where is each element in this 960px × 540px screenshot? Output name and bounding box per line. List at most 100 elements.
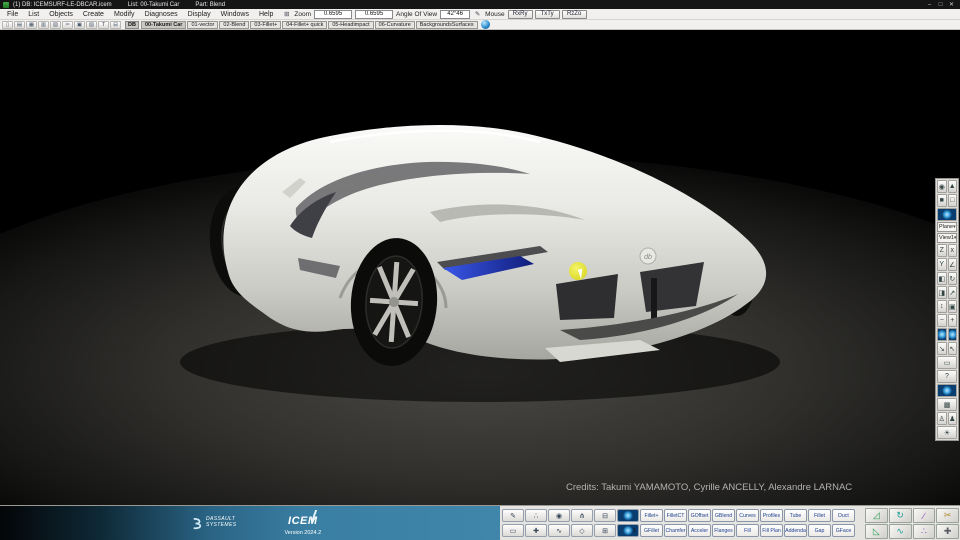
menu-file[interactable]: File <box>2 11 23 18</box>
axis-angle-icon[interactable]: ∠ <box>948 258 958 271</box>
gfillet-button[interactable]: GFillet <box>640 524 663 537</box>
db-tab[interactable]: DB <box>125 21 139 29</box>
maximize-button[interactable]: □ <box>935 1 946 9</box>
cube-solid-icon[interactable]: ■ <box>937 194 947 207</box>
folder-open-icon[interactable]: ▭ <box>502 524 524 537</box>
gblend-button[interactable]: GBlend <box>712 509 735 522</box>
zoom-out-icon[interactable]: − <box>937 314 947 327</box>
acceler-button[interactable]: Acceler <box>688 524 711 537</box>
hierarchy-icon[interactable]: ⋔ <box>571 509 593 522</box>
menu-list[interactable]: List <box>23 11 44 18</box>
pencil-icon[interactable]: ✎ <box>473 10 482 18</box>
addenda-button[interactable]: Addenda <box>784 524 807 537</box>
layout-icon[interactable]: ⊟ <box>110 21 121 29</box>
axis-x-icon[interactable]: x <box>948 244 958 257</box>
scene-sphere-icon[interactable] <box>617 509 639 522</box>
open-icon[interactable]: ▤ <box>14 21 25 29</box>
chamfer-button[interactable]: Chamfer <box>664 524 687 537</box>
eye-icon[interactable]: ◉ <box>548 509 570 522</box>
minimize-button[interactable]: – <box>924 1 935 9</box>
cube-face-icon[interactable]: ◨ <box>937 286 947 299</box>
point-cloud-icon[interactable]: ∴ <box>525 509 547 522</box>
axis-z-icon[interactable]: Z <box>937 244 947 257</box>
duct-button[interactable]: Duct <box>832 509 855 522</box>
angle-of-view-input[interactable] <box>440 10 470 19</box>
drawer-icon[interactable]: ⊟ <box>594 509 616 522</box>
curves-button[interactable]: Curves <box>736 509 759 522</box>
sketch-curve-icon[interactable]: ∿ <box>548 524 570 537</box>
tab-03-fillet[interactable]: 03-Fillet+ <box>250 21 281 29</box>
surface-check-icon[interactable]: ◺ <box>865 524 888 539</box>
view-rotate-icon[interactable]: ↻ <box>948 272 958 285</box>
grid-table-icon[interactable]: ⊞ <box>594 524 616 537</box>
copy-icon[interactable]: ▣ <box>74 21 85 29</box>
user-pose-b-icon[interactable]: ♟ <box>948 412 958 425</box>
menu-help[interactable]: Help <box>254 11 278 18</box>
move-points-icon[interactable]: ✚ <box>936 524 959 539</box>
axis-y-icon[interactable]: Y <box>937 258 947 271</box>
menu-diagnoses[interactable]: Diagnoses <box>140 11 183 18</box>
save-icon[interactable]: ▦ <box>26 21 37 29</box>
menu-display[interactable]: Display <box>183 11 216 18</box>
render-mode-sphere-icon[interactable] <box>937 208 957 221</box>
gface-button[interactable]: GFace <box>832 524 855 537</box>
point-scatter-icon[interactable]: ∴ <box>913 524 936 539</box>
import-icon[interactable]: ▧ <box>50 21 61 29</box>
fillet-button[interactable]: Fillet <box>808 509 831 522</box>
text-size-icon[interactable]: T <box>98 21 109 29</box>
mouse-mode-rzzo-button[interactable]: RzZo <box>562 10 587 19</box>
paste-icon[interactable]: ▨ <box>86 21 97 29</box>
zoom-input-1[interactable] <box>314 10 352 19</box>
fill-button[interactable]: Fill <box>736 524 759 537</box>
fill-plan-button[interactable]: Fill Plan <box>760 524 783 537</box>
eye-icon[interactable]: ◉ <box>937 180 947 193</box>
light-icon[interactable]: ☀ <box>937 426 957 439</box>
help-icon[interactable]: ? <box>937 370 957 383</box>
fillet-button[interactable]: Fillet+ <box>640 509 663 522</box>
save-as-icon[interactable]: ▥ <box>38 21 49 29</box>
zoom-in-icon[interactable]: + <box>948 314 958 327</box>
transform-icon[interactable]: ↕ <box>937 300 947 313</box>
filletct-button[interactable]: FilletCT <box>664 509 687 522</box>
camera-icon[interactable]: ▩ <box>937 398 957 411</box>
view-select[interactable]: View1▾ <box>937 233 957 243</box>
profiles-button[interactable]: Profiles <box>760 509 783 522</box>
tab-00-takumi-car[interactable]: 00-Takumi Car <box>141 21 187 29</box>
tab-06-curvature[interactable]: 06-Curvature <box>375 21 415 29</box>
menu-objects[interactable]: Objects <box>44 11 78 18</box>
scene-sphere-1-icon[interactable]: 1 <box>617 524 639 537</box>
frustum-icon[interactable]: ▭ <box>937 356 957 369</box>
tab-05-headimpact[interactable]: 05-Headimpact <box>328 21 373 29</box>
cut-icon[interactable]: ✂ <box>62 21 73 29</box>
fit-view-icon[interactable]: ↘ <box>937 342 947 355</box>
cube-wire-icon[interactable]: □ <box>948 194 958 207</box>
shaded-sphere-icon[interactable] <box>937 328 947 341</box>
flanges-button[interactable]: Flanges <box>712 524 735 537</box>
goffset-button[interactable]: GOffset <box>688 509 711 522</box>
tab-02-blend[interactable]: 02-Blend <box>219 21 249 29</box>
menu-windows[interactable]: Windows <box>216 11 254 18</box>
tab-04-fillet-quick[interactable]: 04-Fillet+ quick <box>282 21 327 29</box>
move-icon[interactable]: ✚ <box>525 524 547 537</box>
wire-sphere-icon[interactable] <box>948 328 958 341</box>
user-pose-a-icon[interactable]: ♙ <box>937 412 947 425</box>
plane-select[interactable]: Plane▾ <box>937 222 957 232</box>
tag-icon[interactable]: ◇ <box>571 524 593 537</box>
curve-edit-icon[interactable]: ✎ <box>502 509 524 522</box>
view-top-icon[interactable]: ◧ <box>937 272 947 285</box>
frame-select-icon[interactable]: ▣ <box>948 300 958 313</box>
menu-modify[interactable]: Modify <box>109 11 140 18</box>
mouse-mode-txty-button[interactable]: TxTy <box>535 10 560 19</box>
gap-button[interactable]: Gap <box>808 524 831 537</box>
tab-01-vector[interactable]: 01-vector <box>187 21 218 29</box>
surface-trim-icon[interactable]: ◿ <box>865 508 888 523</box>
menu-create[interactable]: Create <box>78 11 109 18</box>
curve-blend-icon[interactable]: ↻ <box>889 508 912 523</box>
world-icon[interactable] <box>481 20 490 29</box>
tab-backgroundssurfaces[interactable]: BackgroundsSurfaces <box>416 21 478 29</box>
viewport-canvas[interactable]: db <box>0 30 960 505</box>
tube-button[interactable]: Tube <box>784 509 807 522</box>
new-doc-icon[interactable]: ▯ <box>2 21 13 29</box>
close-button[interactable]: ✕ <box>946 1 957 9</box>
mouse-mode-rxry-button[interactable]: RxRy <box>508 10 533 19</box>
